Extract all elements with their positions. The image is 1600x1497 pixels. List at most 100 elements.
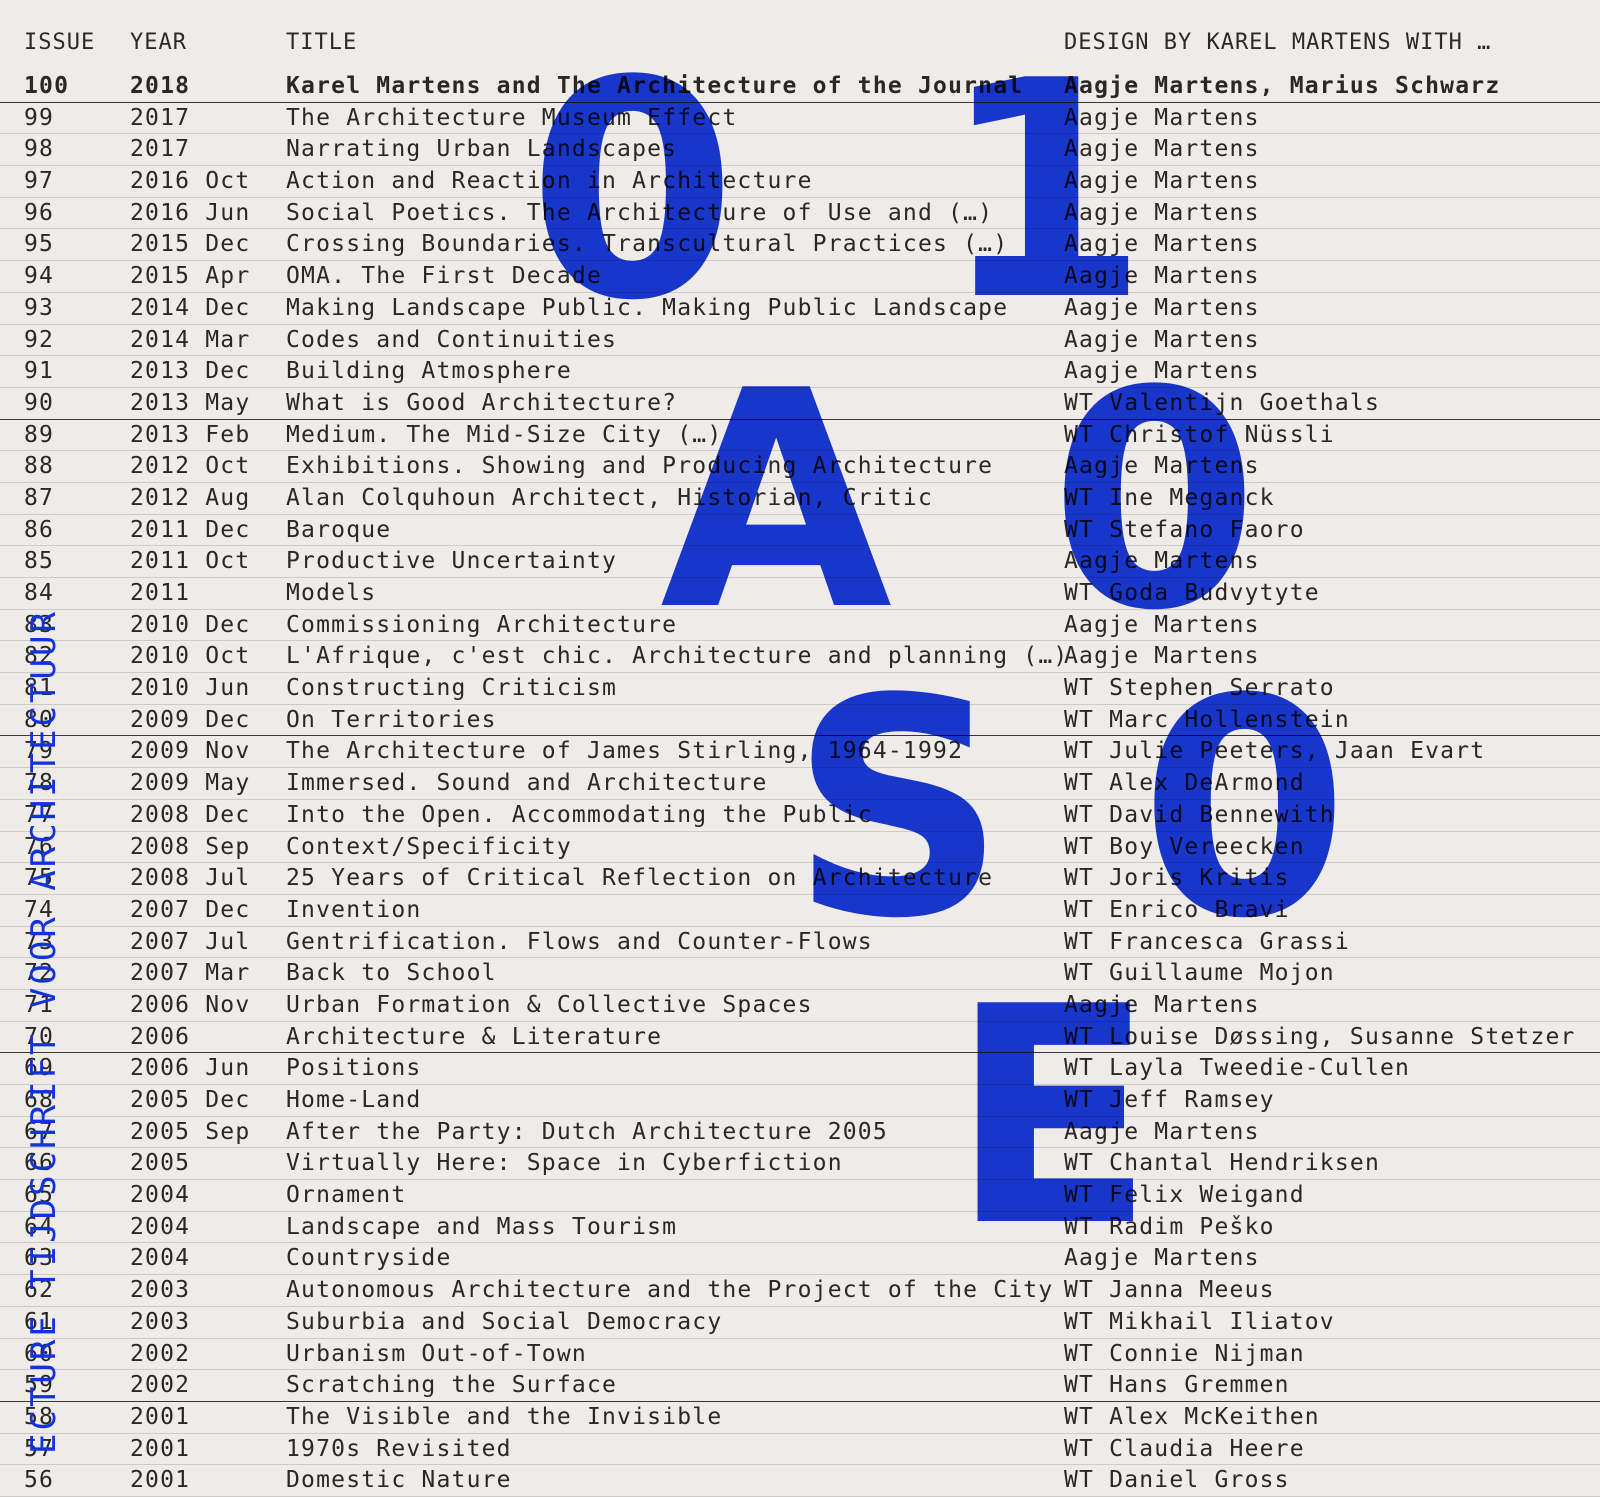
logo-letter: A [660, 327, 893, 676]
issue-cell: 85 [24, 548, 55, 575]
year-cell: 2017 [130, 136, 191, 163]
title-cell: Domestic Nature [286, 1467, 512, 1494]
year-cell: 2014 Dec [130, 294, 251, 321]
title-cell: What is Good Architecture? [286, 389, 678, 416]
title-cell: Suburbia and Social Democracy [286, 1308, 723, 1335]
logo-letter: 0 [1140, 635, 1349, 984]
table-row: 67 2005 Sep After the Party: Dutch Archite… [0, 1117, 1600, 1149]
title-cell: Urbanism Out-of-Town [286, 1340, 587, 1367]
title-cell: Constructing Criticism [286, 675, 618, 702]
issue-cell: 87 [24, 484, 55, 511]
year-cell: 2007 Dec [130, 896, 251, 923]
title-cell: Medium. The Mid-Size City (…) [286, 421, 723, 448]
year-cell: 2005 Sep [130, 1118, 251, 1145]
table-row: 94 2015 Apr OMA. The First Decade Aagje Mar… [0, 261, 1600, 293]
header-issue: ISSUE [24, 30, 96, 55]
year-cell: 2016 Jun [130, 199, 251, 226]
issue-cell: 97 [24, 168, 55, 195]
issue-cell: 100 [24, 73, 70, 99]
title-cell: Gentrification. Flows and Counter-Flows [286, 928, 873, 955]
year-cell: 2011 Dec [130, 516, 251, 543]
year-cell: 2015 Dec [130, 231, 251, 258]
year-cell: 2001 [130, 1403, 191, 1430]
title-cell: Ornament [286, 1182, 407, 1209]
designer-cell: WT Daniel Gross [1064, 1467, 1290, 1494]
table-row: 62 2003 Autonomous Architecture and the Pr… [0, 1275, 1600, 1307]
issue-cell: 90 [24, 389, 55, 416]
year-cell: 2008 Jul [130, 865, 251, 892]
year-cell: 2009 Dec [130, 706, 251, 733]
cover-sheet: ISSUE YEAR TITLE DESIGN BY KAREL MARTENS… [0, 0, 1600, 1497]
logo-letter: 0 [1050, 327, 1259, 676]
table-row: 66 2005 Virtually Here: Space in Cyberfict… [0, 1148, 1600, 1181]
year-cell: 2015 Apr [130, 263, 251, 290]
year-cell: 2014 Mar [130, 326, 251, 353]
year-cell: 2001 [130, 1435, 191, 1462]
year-cell: 2013 Dec [130, 358, 251, 385]
issue-cell: 86 [24, 516, 55, 543]
title-cell: Invention [286, 896, 422, 923]
title-cell: Urban Formation & Collective Spaces [286, 991, 813, 1018]
title-cell: Context/Specificity [286, 833, 572, 860]
year-cell: 2004 [130, 1245, 191, 1272]
year-cell: 2013 May [130, 389, 251, 416]
logo-letter: 0 [528, 17, 737, 366]
issue-cell: 91 [24, 358, 55, 385]
issue-cell: 93 [24, 294, 55, 321]
title-cell: Models [286, 580, 377, 606]
issue-cell: 88 [24, 453, 55, 480]
year-cell: 2008 Sep [130, 833, 251, 860]
year-cell: 2007 Mar [130, 960, 251, 987]
year-cell: 2006 Nov [130, 991, 251, 1018]
title-cell: Back to School [286, 960, 497, 987]
title-cell: Architecture & Literature [286, 1023, 663, 1050]
year-cell: 2017 [130, 104, 191, 131]
table-row: 99 2017 The Architecture Museum Effect Aagj… [0, 103, 1600, 135]
issue-cell: 94 [24, 263, 55, 290]
year-cell: 2009 May [130, 770, 251, 797]
table-row: 68 2005 Dec Home-Land WT Jeff Ramsey [0, 1085, 1600, 1117]
year-cell: 2012 Oct [130, 453, 251, 480]
issue-cell: 56 [24, 1467, 55, 1494]
table-row: 61 2003 Suburbia and Social Democracy WT Mi… [0, 1307, 1600, 1339]
spine-text: ECTURE TIJDSCHRIFT VOOR ARCHITECTUUR [24, 609, 64, 1454]
year-cell: 2005 [130, 1150, 191, 1177]
issue-cell: 92 [24, 326, 55, 353]
year-cell: 2016 Oct [130, 168, 251, 195]
logo-letter: S [790, 635, 1007, 984]
year-cell: 2004 [130, 1182, 191, 1209]
title-cell: 1970s Revisited [286, 1435, 512, 1462]
year-cell: 2013 Feb [130, 421, 251, 448]
title-cell: Immersed. Sound and Architecture [286, 770, 768, 797]
designer-cell: WT Mikhail Iliatov [1064, 1308, 1335, 1335]
designer-cell: WT Alex McKeithen [1064, 1403, 1320, 1430]
issue-cell: 84 [24, 580, 55, 606]
year-cell: 2006 Jun [130, 1055, 251, 1082]
title-cell: Into the Open. Accommodating the Public [286, 801, 873, 828]
year-cell: 2008 Dec [130, 801, 251, 828]
designer-cell: WT Hans Gremmen [1064, 1372, 1290, 1399]
title-cell: Home-Land [286, 1087, 422, 1113]
table-row: 96 2016 Jun Social Poetics. The Architectu… [0, 198, 1600, 230]
table-row: 63 2004 Countryside Aagje Martens [0, 1243, 1600, 1276]
table-row: 59 2002 Scratching the Surface WT Hans Grem… [0, 1370, 1600, 1402]
table-row: 97 2016 Oct Action and Reaction in Archite… [0, 166, 1600, 198]
table-row: 95 2015 Dec Crossing Boundaries. Transcult… [0, 229, 1600, 262]
title-cell: Autonomous Architecture and the Project … [286, 1277, 1054, 1304]
year-cell: 2001 [130, 1467, 191, 1494]
title-cell: The Visible and the Invisible [286, 1403, 723, 1430]
year-cell: 2010 Dec [130, 611, 251, 638]
title-cell: Productive Uncertainty [286, 548, 618, 575]
title-cell: Virtually Here: Space in Cyberfiction [286, 1150, 843, 1177]
table-row: 100 2018 Karel Martens and The Architectur… [0, 71, 1600, 103]
table-row: 57 2001 1970s Revisited WT Claudia Heere [0, 1434, 1600, 1466]
year-cell: 2007 Jul [130, 928, 251, 955]
issue-cell: 98 [24, 136, 55, 163]
header-title: TITLE [286, 30, 358, 55]
title-cell: Scratching the Surface [286, 1372, 618, 1399]
logo-letter: 1 [940, 17, 1149, 366]
table-row: 65 2004 Ornament WT Felix Weigand [0, 1180, 1600, 1212]
title-cell: Baroque [286, 516, 392, 543]
table-row: 98 2017 Narrating Urban Landscapes Aagje Ma… [0, 134, 1600, 167]
year-cell: 2005 Dec [130, 1087, 251, 1113]
